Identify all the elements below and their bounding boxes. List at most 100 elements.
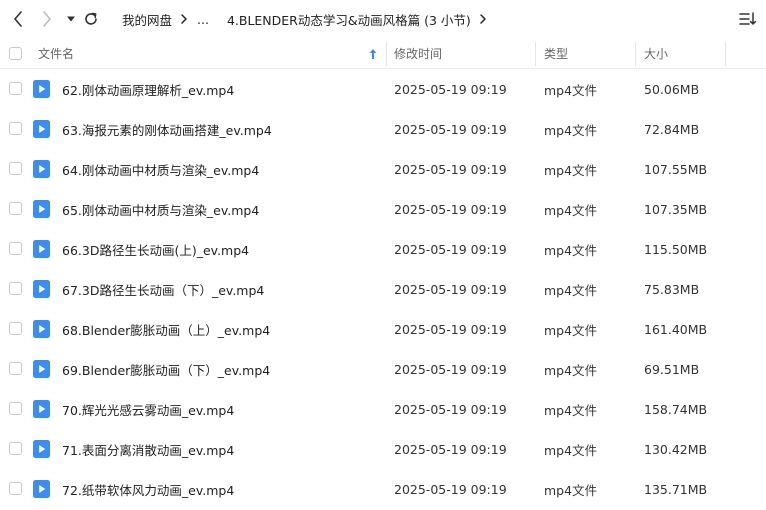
file-type: mp4文件 (544, 202, 598, 218)
sort-options-button[interactable] (738, 9, 758, 29)
file-modified: 2025-05-19 09:19 (394, 361, 507, 377)
file-type: mp4文件 (544, 322, 598, 338)
column-divider[interactable] (386, 42, 387, 66)
file-modified: 2025-05-19 09:19 (394, 81, 507, 97)
row-checkbox[interactable] (9, 122, 22, 135)
caret-down-icon (67, 16, 75, 22)
column-divider[interactable] (635, 42, 636, 66)
video-file-icon (33, 200, 50, 218)
breadcrumb-current[interactable]: 4.BLENDER动态学习&动画风格篇 (3 小节) (227, 10, 471, 29)
row-checkbox[interactable] (9, 82, 22, 95)
sort-ascending-icon[interactable] (368, 38, 378, 69)
select-all-checkbox[interactable] (9, 47, 22, 60)
file-name[interactable]: 64.刚体动画中材质与渲染_ev.mp4 (62, 149, 259, 189)
file-size: 115.50MB (644, 241, 708, 257)
file-modified: 2025-05-19 09:19 (394, 401, 507, 417)
column-divider[interactable] (725, 42, 726, 66)
video-file-icon (33, 320, 50, 338)
video-file-icon (33, 360, 50, 378)
refresh-icon (85, 12, 97, 25)
row-checkbox[interactable] (9, 242, 22, 255)
file-size: 130.42MB (644, 441, 708, 457)
file-size: 107.35MB (644, 201, 708, 217)
breadcrumb-expand-icon[interactable] (479, 13, 487, 25)
video-file-icon (33, 240, 50, 258)
breadcrumb-root[interactable]: 我的网盘 (122, 10, 172, 29)
file-row[interactable]: 66.3D路径生长动画(上)_ev.mp4 2025-05-19 09:19 m… (0, 229, 766, 269)
forward-button[interactable] (37, 9, 57, 29)
file-modified: 2025-05-19 09:19 (394, 161, 507, 177)
sort-list-icon (739, 12, 757, 25)
file-name[interactable]: 65.刚体动画中材质与渲染_ev.mp4 (62, 189, 259, 229)
column-header-modified[interactable]: 修改时间 (394, 38, 442, 69)
file-row[interactable]: 68.Blender膨胀动画（上）_ev.mp4 2025-05-19 09:1… (0, 309, 766, 349)
file-row[interactable]: 64.刚体动画中材质与渲染_ev.mp4 2025-05-19 09:19 mp… (0, 149, 766, 189)
column-header-type[interactable]: 类型 (544, 38, 568, 69)
file-row[interactable]: 65.刚体动画中材质与渲染_ev.mp4 2025-05-19 09:19 mp… (0, 189, 766, 229)
video-file-icon (33, 280, 50, 298)
file-name[interactable]: 62.刚体动画原理解析_ev.mp4 (62, 69, 234, 109)
file-type: mp4文件 (544, 482, 598, 498)
file-name[interactable]: 68.Blender膨胀动画（上）_ev.mp4 (62, 309, 270, 349)
file-row[interactable]: 63.海报元素的刚体动画搭建_ev.mp4 2025-05-19 09:19 m… (0, 109, 766, 149)
breadcrumb: 我的网盘 ... 4.BLENDER动态学习&动画风格篇 (3 小节) (122, 10, 496, 28)
file-name[interactable]: 71.表面分离消散动画_ev.mp4 (62, 429, 234, 469)
row-checkbox[interactable] (9, 442, 22, 455)
file-name[interactable]: 72.纸带软体风力动画_ev.mp4 (62, 469, 234, 509)
file-modified: 2025-05-19 09:19 (394, 241, 507, 257)
file-list-header: 文件名 修改时间 类型 大小 (0, 38, 766, 69)
file-name[interactable]: 63.海报元素的刚体动画搭建_ev.mp4 (62, 109, 272, 149)
file-row[interactable]: 70.辉光光感云雾动画_ev.mp4 2025-05-19 09:19 mp4文… (0, 389, 766, 429)
file-modified: 2025-05-19 09:19 (394, 321, 507, 337)
file-name[interactable]: 66.3D路径生长动画(上)_ev.mp4 (62, 229, 249, 269)
file-type: mp4文件 (544, 122, 598, 138)
file-size: 69.51MB (644, 361, 700, 377)
file-size: 158.74MB (644, 401, 708, 417)
column-header-name[interactable]: 文件名 (38, 38, 74, 69)
file-type: mp4文件 (544, 442, 598, 458)
video-file-icon (33, 120, 50, 138)
file-size: 107.55MB (644, 161, 708, 177)
row-checkbox[interactable] (9, 362, 22, 375)
back-button[interactable] (8, 9, 28, 29)
file-row[interactable]: 67.3D路径生长动画（下）_ev.mp4 2025-05-19 09:19 m… (0, 269, 766, 309)
file-row[interactable]: 69.Blender膨胀动画（下）_ev.mp4 2025-05-19 09:1… (0, 349, 766, 389)
chevron-left-icon (14, 11, 22, 27)
file-size: 75.83MB (644, 281, 700, 297)
video-file-icon (33, 80, 50, 98)
video-file-icon (33, 160, 50, 178)
file-row[interactable]: 72.纸带软体风力动画_ev.mp4 2025-05-19 09:19 mp4文… (0, 469, 766, 509)
video-file-icon (33, 400, 50, 418)
file-name[interactable]: 70.辉光光感云雾动画_ev.mp4 (62, 389, 234, 429)
row-checkbox[interactable] (9, 322, 22, 335)
file-type: mp4文件 (544, 282, 598, 298)
video-file-icon (33, 440, 50, 458)
file-row[interactable]: 71.表面分离消散动画_ev.mp4 2025-05-19 09:19 mp4文… (0, 429, 766, 469)
file-modified: 2025-05-19 09:19 (394, 481, 507, 497)
file-type: mp4文件 (544, 162, 598, 178)
file-size: 50.06MB (644, 81, 700, 97)
breadcrumb-ellipsis[interactable]: ... (197, 12, 209, 27)
history-dropdown-button[interactable] (61, 9, 81, 29)
column-header-size[interactable]: 大小 (644, 38, 668, 69)
row-checkbox[interactable] (9, 482, 22, 495)
file-name[interactable]: 69.Blender膨胀动画（下）_ev.mp4 (62, 349, 270, 389)
breadcrumb-separator-icon (180, 13, 188, 25)
file-name[interactable]: 67.3D路径生长动画（下）_ev.mp4 (62, 269, 264, 309)
row-checkbox[interactable] (9, 162, 22, 175)
file-type: mp4文件 (544, 362, 598, 378)
chevron-right-icon (43, 11, 51, 27)
row-checkbox[interactable] (9, 282, 22, 295)
file-modified: 2025-05-19 09:19 (394, 121, 507, 137)
file-size: 72.84MB (644, 121, 700, 137)
video-file-icon (33, 480, 50, 498)
refresh-button[interactable] (81, 9, 101, 29)
row-checkbox[interactable] (9, 402, 22, 415)
top-navigation-bar: 我的网盘 ... 4.BLENDER动态学习&动画风格篇 (3 小节) (0, 0, 766, 38)
column-divider[interactable] (535, 42, 536, 66)
file-type: mp4文件 (544, 82, 598, 98)
row-checkbox[interactable] (9, 202, 22, 215)
file-type: mp4文件 (544, 242, 598, 258)
file-row[interactable]: 62.刚体动画原理解析_ev.mp4 2025-05-19 09:19 mp4文… (0, 69, 766, 109)
file-modified: 2025-05-19 09:19 (394, 281, 507, 297)
